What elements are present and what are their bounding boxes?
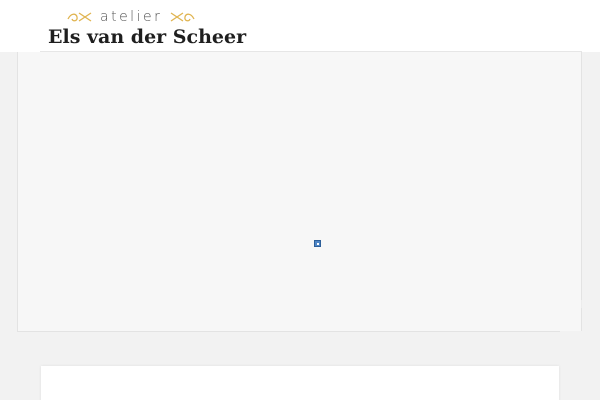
content-card [41,366,559,400]
right-flourish-icon [170,12,195,22]
page: atelier Els van der Scheer [0,0,600,400]
broken-image-icon [314,240,321,247]
slider-bottom-border [17,331,560,332]
hero-slider[interactable] [17,52,582,331]
site-logo-link[interactable]: atelier Els van der Scheer [48,6,248,50]
logo-tagline: atelier [100,9,163,25]
site-header: atelier Els van der Scheer [0,0,600,52]
logo-brand-name: Els van der Scheer [48,26,247,48]
slider-edge-mark [581,300,582,308]
logo-tagline-row: atelier [66,8,196,26]
left-flourish-icon [67,12,92,22]
